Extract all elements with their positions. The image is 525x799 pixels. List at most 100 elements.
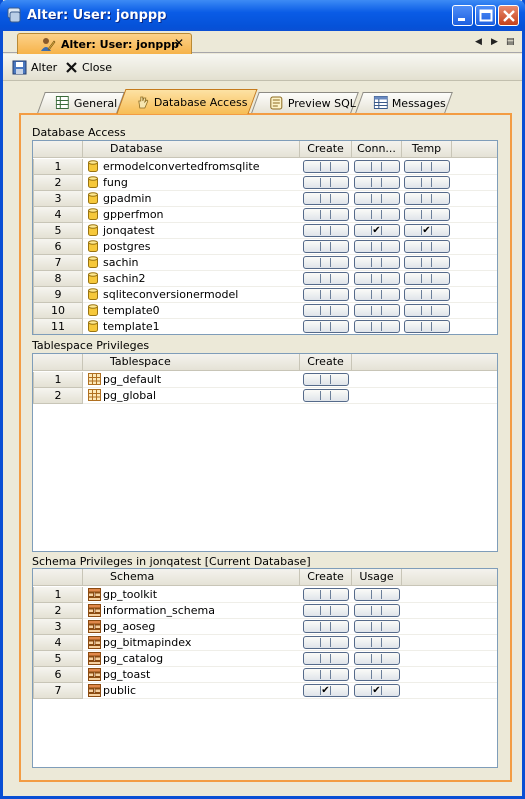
- create-checkbox[interactable]: [303, 160, 349, 173]
- close-button[interactable]: Close: [65, 59, 112, 76]
- temp-checkbox[interactable]: [404, 192, 450, 205]
- row-number[interactable]: 9: [33, 287, 83, 303]
- temp-checkbox[interactable]: ✔: [404, 224, 450, 237]
- list-tabs-icon[interactable]: ▤: [506, 37, 515, 47]
- table-row[interactable]: 11 template1: [33, 319, 497, 334]
- row-number[interactable]: 2: [33, 175, 83, 191]
- row-number[interactable]: 6: [33, 239, 83, 255]
- conn-checkbox[interactable]: [354, 176, 400, 189]
- conn-checkbox[interactable]: [354, 208, 400, 221]
- row-number[interactable]: 7: [33, 683, 83, 699]
- conn-checkbox[interactable]: [354, 160, 400, 173]
- conn-checkbox[interactable]: [354, 288, 400, 301]
- table-row[interactable]: 6 postgres: [33, 239, 497, 255]
- create-checkbox[interactable]: [303, 192, 349, 205]
- conn-checkbox[interactable]: [354, 240, 400, 253]
- create-checkbox[interactable]: [303, 240, 349, 253]
- row-number[interactable]: 2: [33, 603, 83, 619]
- column-header-create[interactable]: Create: [300, 141, 352, 158]
- create-checkbox[interactable]: [303, 176, 349, 189]
- table-row[interactable]: 9 sqliteconversionermodel: [33, 287, 497, 303]
- conn-checkbox[interactable]: [354, 256, 400, 269]
- tab-database-access[interactable]: Database Access: [116, 89, 258, 114]
- row-number[interactable]: 11: [33, 319, 83, 334]
- usage-checkbox[interactable]: [354, 588, 400, 601]
- tab-preview-sql[interactable]: Preview SQL: [251, 92, 359, 113]
- create-checkbox[interactable]: [303, 636, 349, 649]
- column-header-database[interactable]: Database: [83, 141, 300, 158]
- conn-checkbox[interactable]: [354, 320, 400, 333]
- temp-checkbox[interactable]: [404, 320, 450, 333]
- column-header-create[interactable]: Create: [300, 354, 352, 371]
- row-number[interactable]: 4: [33, 207, 83, 223]
- row-number[interactable]: 5: [33, 651, 83, 667]
- title-bar[interactable]: Alter: User: jonppp: [0, 0, 525, 31]
- create-checkbox[interactable]: [303, 588, 349, 601]
- create-checkbox[interactable]: [303, 620, 349, 633]
- create-checkbox[interactable]: [303, 208, 349, 221]
- usage-checkbox[interactable]: ✔: [354, 684, 400, 697]
- table-row[interactable]: 7 sachin: [33, 255, 497, 271]
- row-number[interactable]: 2: [33, 388, 83, 404]
- column-header-temp[interactable]: Temp: [402, 141, 452, 158]
- column-header-create[interactable]: Create: [300, 569, 352, 586]
- create-checkbox[interactable]: ✔: [303, 684, 349, 697]
- table-row[interactable]: 2 fung: [33, 175, 497, 191]
- row-number[interactable]: 1: [33, 587, 83, 603]
- row-number[interactable]: 7: [33, 255, 83, 271]
- column-header-connect[interactable]: Conn...: [352, 141, 402, 158]
- create-checkbox[interactable]: [303, 373, 349, 386]
- row-number[interactable]: 5: [33, 223, 83, 239]
- temp-checkbox[interactable]: [404, 304, 450, 317]
- create-checkbox[interactable]: [303, 256, 349, 269]
- usage-checkbox[interactable]: [354, 604, 400, 617]
- conn-checkbox[interactable]: [354, 192, 400, 205]
- row-number[interactable]: 1: [33, 372, 83, 388]
- tab-general[interactable]: General: [37, 92, 125, 113]
- row-number[interactable]: 3: [33, 191, 83, 207]
- scroll-right-icon[interactable]: ▶: [491, 37, 498, 47]
- temp-checkbox[interactable]: [404, 176, 450, 189]
- table-row[interactable]: 1 pg_default: [33, 372, 497, 388]
- table-row[interactable]: 1 ermodelconvertedfromsqlite: [33, 159, 497, 175]
- column-header-usage[interactable]: Usage: [352, 569, 402, 586]
- temp-checkbox[interactable]: [404, 272, 450, 285]
- table-row[interactable]: 2 pg_global: [33, 388, 497, 404]
- usage-checkbox[interactable]: [354, 668, 400, 681]
- create-checkbox[interactable]: [303, 304, 349, 317]
- table-row[interactable]: 6 pg_toast: [33, 667, 497, 683]
- minimize-button[interactable]: [452, 5, 473, 26]
- conn-checkbox[interactable]: ✔: [354, 224, 400, 237]
- temp-checkbox[interactable]: [404, 240, 450, 253]
- conn-checkbox[interactable]: [354, 304, 400, 317]
- temp-checkbox[interactable]: [404, 160, 450, 173]
- create-checkbox[interactable]: [303, 604, 349, 617]
- alter-button[interactable]: Alter: [12, 59, 57, 76]
- usage-checkbox[interactable]: [354, 636, 400, 649]
- row-number[interactable]: 8: [33, 271, 83, 287]
- conn-checkbox[interactable]: [354, 272, 400, 285]
- create-checkbox[interactable]: [303, 224, 349, 237]
- create-checkbox[interactable]: [303, 389, 349, 402]
- column-header-schema[interactable]: Schema: [83, 569, 300, 586]
- row-number[interactable]: 4: [33, 635, 83, 651]
- table-row[interactable]: 5 pg_catalog: [33, 651, 497, 667]
- create-checkbox[interactable]: [303, 652, 349, 665]
- usage-checkbox[interactable]: [354, 620, 400, 633]
- table-row[interactable]: 3 pg_aoseg: [33, 619, 497, 635]
- create-checkbox[interactable]: [303, 320, 349, 333]
- table-row[interactable]: 1 gp_toolkit: [33, 587, 497, 603]
- row-number[interactable]: 10: [33, 303, 83, 319]
- temp-checkbox[interactable]: [404, 256, 450, 269]
- column-header-tablespace[interactable]: Tablespace: [83, 354, 300, 371]
- close-window-button[interactable]: [498, 5, 519, 26]
- usage-checkbox[interactable]: [354, 652, 400, 665]
- create-checkbox[interactable]: [303, 272, 349, 285]
- tab-messages[interactable]: Messages: [355, 92, 453, 113]
- table-row[interactable]: 3 gpadmin: [33, 191, 497, 207]
- create-checkbox[interactable]: [303, 288, 349, 301]
- table-row[interactable]: 8 sachin2: [33, 271, 497, 287]
- table-row[interactable]: 2 information_schema: [33, 603, 497, 619]
- document-tab[interactable]: Alter: User: jonppp ✕: [17, 33, 192, 54]
- scroll-left-icon[interactable]: ◀: [475, 37, 482, 47]
